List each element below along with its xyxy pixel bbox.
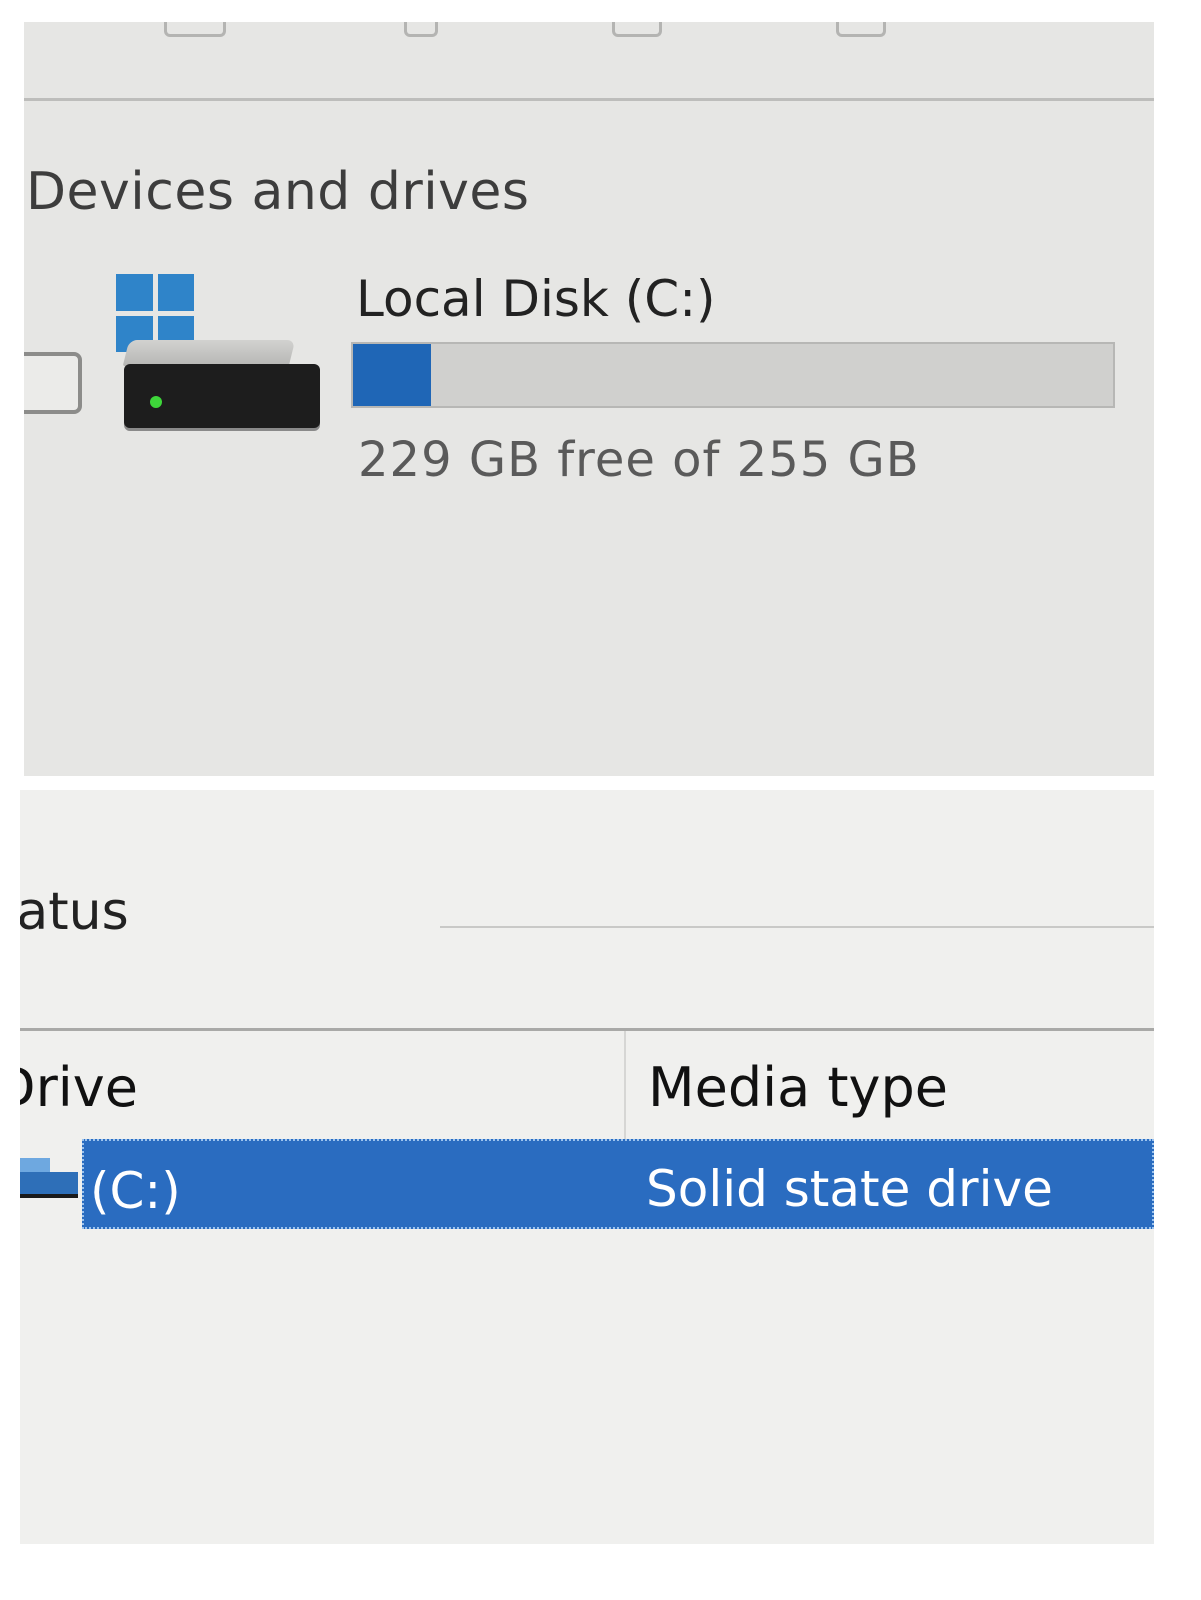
this-pc-panel: Devices and drives Local Disk (C:) 229 G… bbox=[24, 22, 1154, 776]
column-header-media-type[interactable]: Media type bbox=[648, 1056, 948, 1119]
toolbar-icon[interactable] bbox=[836, 22, 886, 37]
drive-icon bbox=[20, 1152, 80, 1208]
screenshot-collage: Devices and drives Local Disk (C:) 229 G… bbox=[0, 0, 1201, 1600]
optimize-drives-panel: tatus Drive Media type (C:) Solid state … bbox=[20, 790, 1154, 1544]
cell-media-type: Solid state drive bbox=[646, 1160, 1053, 1218]
cell-drive: (C:) bbox=[90, 1162, 181, 1220]
drive-name: Local Disk (C:) bbox=[356, 270, 716, 328]
divider bbox=[24, 98, 1154, 101]
disk-led-icon bbox=[150, 396, 162, 408]
toolbar-icon[interactable] bbox=[612, 22, 662, 37]
partial-device-icon[interactable] bbox=[24, 352, 82, 414]
column-separator[interactable] bbox=[624, 1031, 626, 1139]
toolbar-icon[interactable] bbox=[164, 22, 226, 37]
column-header-drive[interactable]: Drive bbox=[20, 1056, 138, 1119]
status-rule bbox=[440, 926, 1154, 928]
status-label: tatus bbox=[20, 882, 129, 942]
capacity-bar-fill bbox=[353, 344, 431, 406]
capacity-bar bbox=[351, 342, 1115, 408]
free-space-text: 229 GB free of 255 GB bbox=[358, 432, 920, 488]
toolbar-icon[interactable] bbox=[404, 22, 438, 37]
section-title: Devices and drives bbox=[26, 162, 530, 222]
windows-drive-icon bbox=[116, 274, 326, 458]
table-top-rule bbox=[20, 1028, 1154, 1031]
disk-top bbox=[122, 340, 296, 366]
